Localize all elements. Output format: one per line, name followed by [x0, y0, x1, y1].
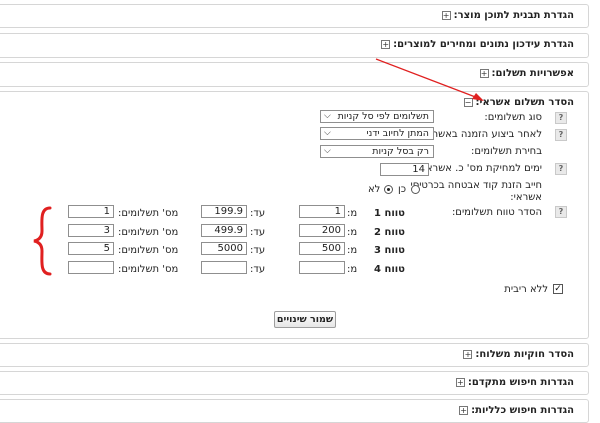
tier-1-name: טווח 1 — [374, 208, 405, 219]
cvv-no-label: לא — [368, 184, 381, 195]
choice-select[interactable]: רק בסל קניות ⌵ — [320, 145, 434, 158]
panel-payment-options: אפשרויות תשלום: + — [0, 62, 589, 87]
tier-4-count-label: מס' תשלומים: — [118, 264, 179, 275]
panel-payment-options-header[interactable]: אפשרויות תשלום: + — [479, 68, 574, 79]
tier-4-name: טווח 4 — [374, 264, 405, 275]
panel-update-stock-prices: הגדרת עידכון נתונים ומחירים למוצרים: + — [0, 33, 589, 58]
tier-2-to-label: עד: — [250, 227, 266, 238]
tier-4-to-input[interactable] — [201, 261, 247, 274]
tier-2-name: טווח 2 — [374, 227, 405, 238]
panel-shipping-rules-header[interactable]: הסדר חוקיות משלוח: + — [463, 349, 574, 360]
cvv-yes-label: כן — [398, 184, 407, 195]
section-title-update-stock-prices: הגדרת עידכון נתונים ומחירים למוצרים: — [393, 39, 574, 50]
annotation-arrow — [375, 58, 484, 101]
tier-1-count-input[interactable]: 1 — [68, 205, 114, 218]
tier-3-to-input[interactable]: 5000 — [201, 242, 247, 255]
choice-select-value: רק בסל קניות — [372, 146, 429, 157]
chevron-down-icon: ⌵ — [324, 111, 331, 121]
expand-icon[interactable]: + — [463, 350, 473, 359]
after-order-select-value: המתן לחיוב ידני — [366, 128, 429, 139]
cvv-no-radio[interactable] — [384, 185, 393, 194]
tier-2-count-input[interactable]: 3 — [68, 224, 114, 237]
payment-type-select-value: תשלומים לפי סל קניות — [337, 111, 429, 122]
panel-advanced-search-header[interactable]: הגדרות חיפוש מתקדם: + — [455, 377, 574, 388]
help-icon[interactable]: ? — [555, 163, 567, 175]
section-title-installments-config: הסדר תשלום אשראי: — [475, 97, 575, 108]
tier-1-to-input[interactable]: 199.9 — [201, 205, 247, 218]
help-icon[interactable]: ? — [555, 206, 567, 218]
cvv-label-line2: אשראי: — [510, 192, 542, 203]
days-input[interactable]: 14 — [380, 163, 429, 176]
chevron-down-icon: ⌵ — [324, 146, 331, 156]
payment-type-label: סוג תשלומים: — [484, 112, 542, 123]
tier-1-from-input[interactable]: 1 — [299, 205, 345, 218]
tier-1-count-label: מס' תשלומים: — [118, 208, 179, 219]
tier-1-to-label: עד: — [250, 208, 266, 219]
annotation-brace — [33, 206, 52, 276]
help-icon[interactable]: ? — [555, 112, 567, 124]
tiers-label: הסדר טווח תשלומים: — [451, 207, 542, 218]
panel-product-template-header[interactable]: הגדרת תבנית לתוכן מוצר: + — [441, 10, 574, 21]
no-interest-checkbox[interactable]: ✓ — [553, 284, 563, 294]
tier-4-from-input[interactable] — [299, 261, 345, 274]
tier-3-to-label: עד: — [250, 245, 266, 256]
tier-3-from-input[interactable]: 500 — [299, 242, 345, 255]
panel-update-stock-prices-header[interactable]: הגדרת עידכון נתונים ומחירים למוצרים: + — [381, 39, 574, 50]
panel-advanced-search: הגדרות חיפוש מתקדם: + — [0, 371, 589, 395]
help-icon[interactable]: ? — [555, 129, 567, 141]
expand-icon[interactable]: + — [459, 406, 469, 415]
tier-3-from-label: מ: — [347, 245, 358, 256]
save-button[interactable]: שמור שינויים — [274, 311, 336, 328]
section-title-general-search: הגדרות חיפוש כלליות: — [471, 405, 574, 416]
tier-2-count-label: מס' תשלומים: — [118, 227, 179, 238]
expand-icon[interactable]: + — [381, 40, 391, 49]
tier-3-count-input[interactable]: 5 — [68, 242, 114, 255]
expand-icon[interactable]: + — [441, 11, 451, 20]
no-interest-label: ללא ריבית — [504, 284, 548, 295]
payment-type-select[interactable]: תשלומים לפי סל קניות ⌵ — [320, 110, 434, 123]
panel-general-search: הגדרות חיפוש כלליות: + — [0, 399, 589, 423]
tier-1-from-label: מ: — [347, 208, 358, 219]
panel-general-search-header[interactable]: הגדרות חיפוש כלליות: + — [459, 405, 574, 416]
section-title-product-template: הגדרת תבנית לתוכן מוצר: — [453, 10, 574, 21]
section-title-payment-options: אפשרויות תשלום: — [491, 68, 574, 79]
expand-icon[interactable]: + — [455, 378, 465, 387]
after-order-select[interactable]: המתן לחיוב ידני ⌵ — [320, 127, 434, 140]
cvv-yes-radio[interactable] — [411, 185, 420, 194]
tier-4-to-label: עד: — [250, 264, 266, 275]
panel-shipping-rules: הסדר חוקיות משלוח: + — [0, 343, 589, 367]
tier-3-count-label: מס' תשלומים: — [118, 245, 179, 256]
days-label: ימים למחיקת מס' כ. אשראי: — [420, 163, 542, 174]
section-title-advanced-search: הגדרות חיפוש מתקדם: — [467, 377, 574, 388]
cvv-label-line1: חייב הזנת קוד אבטחה בכרטיסי — [410, 180, 542, 191]
choice-label: בחירת תשלומים: — [470, 146, 542, 157]
section-title-shipping-rules: הסדר חוקיות משלוח: — [475, 349, 574, 360]
chevron-down-icon: ⌵ — [324, 128, 331, 138]
tier-4-from-label: מ: — [347, 264, 358, 275]
tier-2-from-input[interactable]: 200 — [299, 224, 345, 237]
tier-3-name: טווח 3 — [374, 245, 405, 256]
panel-product-template: הגדרת תבנית לתוכן מוצר: + — [0, 4, 589, 28]
tier-4-count-input[interactable] — [68, 261, 114, 274]
tier-2-to-input[interactable]: 499.9 — [201, 224, 247, 237]
tier-2-from-label: מ: — [347, 227, 358, 238]
after-order-label: לאחר ביצוע הזמנה באשראי: — [420, 129, 542, 140]
